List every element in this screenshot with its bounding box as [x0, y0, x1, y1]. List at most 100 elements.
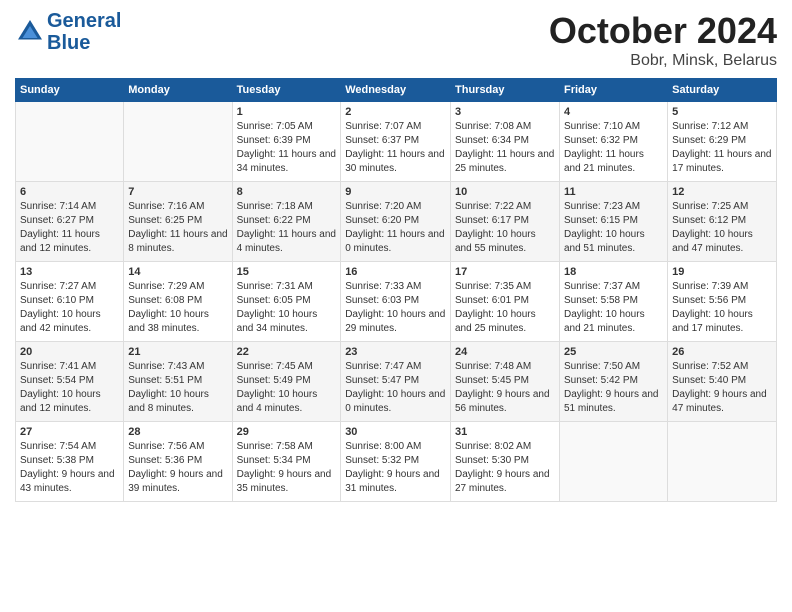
- day-number: 25: [564, 346, 663, 358]
- daylight: Daylight: 10 hours and 29 minutes.: [345, 309, 445, 334]
- day-cell: 19 Sunrise: 7:39 AM Sunset: 5:56 PM Dayl…: [668, 262, 777, 342]
- sunrise: Sunrise: 7:50 AM: [564, 361, 640, 372]
- sunset: Sunset: 5:32 PM: [345, 455, 419, 466]
- sunrise: Sunrise: 7:16 AM: [128, 201, 204, 212]
- day-number: 11: [564, 186, 663, 198]
- daylight: Daylight: 10 hours and 47 minutes.: [672, 229, 753, 254]
- sunset: Sunset: 6:08 PM: [128, 295, 202, 306]
- sunset: Sunset: 6:01 PM: [455, 295, 529, 306]
- day-number: 6: [20, 186, 119, 198]
- sunset: Sunset: 5:36 PM: [128, 455, 202, 466]
- day-info: Sunrise: 7:27 AM Sunset: 6:10 PM Dayligh…: [20, 280, 119, 336]
- sunset: Sunset: 6:25 PM: [128, 215, 202, 226]
- day-number: 19: [672, 266, 772, 278]
- daylight: Daylight: 10 hours and 25 minutes.: [455, 309, 536, 334]
- day-cell: 1 Sunrise: 7:05 AM Sunset: 6:39 PM Dayli…: [232, 102, 341, 182]
- month-title: October 2024: [549, 10, 777, 52]
- day-number: 1: [237, 106, 337, 118]
- sunset: Sunset: 5:51 PM: [128, 375, 202, 386]
- day-info: Sunrise: 7:12 AM Sunset: 6:29 PM Dayligh…: [672, 120, 772, 176]
- week-row: 13 Sunrise: 7:27 AM Sunset: 6:10 PM Dayl…: [16, 262, 777, 342]
- sunrise: Sunrise: 7:45 AM: [237, 361, 313, 372]
- day-number: 5: [672, 106, 772, 118]
- sunrise: Sunrise: 7:25 AM: [672, 201, 748, 212]
- day-info: Sunrise: 7:16 AM Sunset: 6:25 PM Dayligh…: [128, 200, 227, 256]
- day-cell: 24 Sunrise: 7:48 AM Sunset: 5:45 PM Dayl…: [451, 342, 560, 422]
- logo-text2: Blue: [47, 32, 121, 54]
- day-cell: 8 Sunrise: 7:18 AM Sunset: 6:22 PM Dayli…: [232, 182, 341, 262]
- day-number: 7: [128, 186, 227, 198]
- daylight: Daylight: 10 hours and 51 minutes.: [564, 229, 645, 254]
- day-number: 16: [345, 266, 446, 278]
- sunset: Sunset: 5:56 PM: [672, 295, 746, 306]
- daylight: Daylight: 11 hours and 4 minutes.: [237, 229, 336, 254]
- day-number: 12: [672, 186, 772, 198]
- day-number: 27: [20, 426, 119, 438]
- day-number: 2: [345, 106, 446, 118]
- sunset: Sunset: 5:58 PM: [564, 295, 638, 306]
- day-cell: 23 Sunrise: 7:47 AM Sunset: 5:47 PM Dayl…: [341, 342, 451, 422]
- day-number: 29: [237, 426, 337, 438]
- day-info: Sunrise: 7:10 AM Sunset: 6:32 PM Dayligh…: [564, 120, 663, 176]
- day-info: Sunrise: 7:20 AM Sunset: 6:20 PM Dayligh…: [345, 200, 446, 256]
- daylight: Daylight: 10 hours and 55 minutes.: [455, 229, 536, 254]
- sunrise: Sunrise: 7:47 AM: [345, 361, 421, 372]
- sunset: Sunset: 6:20 PM: [345, 215, 419, 226]
- day-info: Sunrise: 7:33 AM Sunset: 6:03 PM Dayligh…: [345, 280, 446, 336]
- day-cell: 17 Sunrise: 7:35 AM Sunset: 6:01 PM Dayl…: [451, 262, 560, 342]
- day-info: Sunrise: 7:05 AM Sunset: 6:39 PM Dayligh…: [237, 120, 337, 176]
- sunset: Sunset: 5:45 PM: [455, 375, 529, 386]
- day-info: Sunrise: 7:54 AM Sunset: 5:38 PM Dayligh…: [20, 440, 119, 496]
- weekday-header: Saturday: [668, 79, 777, 102]
- sunrise: Sunrise: 7:31 AM: [237, 281, 313, 292]
- sunset: Sunset: 6:37 PM: [345, 135, 419, 146]
- sunrise: Sunrise: 7:10 AM: [564, 121, 640, 132]
- sunset: Sunset: 6:32 PM: [564, 135, 638, 146]
- day-number: 28: [128, 426, 227, 438]
- daylight: Daylight: 10 hours and 42 minutes.: [20, 309, 101, 334]
- sunrise: Sunrise: 7:20 AM: [345, 201, 421, 212]
- day-cell: 4 Sunrise: 7:10 AM Sunset: 6:32 PM Dayli…: [559, 102, 667, 182]
- day-cell: 3 Sunrise: 7:08 AM Sunset: 6:34 PM Dayli…: [451, 102, 560, 182]
- day-info: Sunrise: 7:08 AM Sunset: 6:34 PM Dayligh…: [455, 120, 555, 176]
- daylight: Daylight: 11 hours and 0 minutes.: [345, 229, 444, 254]
- sunrise: Sunrise: 7:22 AM: [455, 201, 531, 212]
- daylight: Daylight: 11 hours and 8 minutes.: [128, 229, 227, 254]
- daylight: Daylight: 10 hours and 4 minutes.: [237, 389, 318, 414]
- sunset: Sunset: 6:15 PM: [564, 215, 638, 226]
- daylight: Daylight: 11 hours and 30 minutes.: [345, 149, 444, 174]
- daylight: Daylight: 11 hours and 12 minutes.: [20, 229, 100, 254]
- title-block: October 2024 Bobr, Minsk, Belarus: [549, 10, 777, 70]
- weekday-header: Tuesday: [232, 79, 341, 102]
- sunset: Sunset: 5:38 PM: [20, 455, 94, 466]
- day-info: Sunrise: 7:25 AM Sunset: 6:12 PM Dayligh…: [672, 200, 772, 256]
- day-info: Sunrise: 8:02 AM Sunset: 5:30 PM Dayligh…: [455, 440, 555, 496]
- day-info: Sunrise: 7:22 AM Sunset: 6:17 PM Dayligh…: [455, 200, 555, 256]
- weekday-header: Wednesday: [341, 79, 451, 102]
- day-info: Sunrise: 7:43 AM Sunset: 5:51 PM Dayligh…: [128, 360, 227, 416]
- sunset: Sunset: 6:12 PM: [672, 215, 746, 226]
- weekday-header: Friday: [559, 79, 667, 102]
- daylight: Daylight: 9 hours and 31 minutes.: [345, 469, 440, 494]
- day-cell: 15 Sunrise: 7:31 AM Sunset: 6:05 PM Dayl…: [232, 262, 341, 342]
- sunset: Sunset: 5:47 PM: [345, 375, 419, 386]
- sunrise: Sunrise: 7:41 AM: [20, 361, 96, 372]
- day-cell: 10 Sunrise: 7:22 AM Sunset: 6:17 PM Dayl…: [451, 182, 560, 262]
- day-info: Sunrise: 7:48 AM Sunset: 5:45 PM Dayligh…: [455, 360, 555, 416]
- day-cell: 5 Sunrise: 7:12 AM Sunset: 6:29 PM Dayli…: [668, 102, 777, 182]
- day-info: Sunrise: 7:07 AM Sunset: 6:37 PM Dayligh…: [345, 120, 446, 176]
- daylight: Daylight: 10 hours and 17 minutes.: [672, 309, 753, 334]
- day-number: 23: [345, 346, 446, 358]
- day-number: 17: [455, 266, 555, 278]
- sunrise: Sunrise: 8:02 AM: [455, 441, 531, 452]
- day-info: Sunrise: 7:52 AM Sunset: 5:40 PM Dayligh…: [672, 360, 772, 416]
- sunset: Sunset: 6:17 PM: [455, 215, 529, 226]
- weekday-header: Sunday: [16, 79, 124, 102]
- sunset: Sunset: 5:49 PM: [237, 375, 311, 386]
- weekday-header: Monday: [124, 79, 232, 102]
- sunrise: Sunrise: 7:18 AM: [237, 201, 313, 212]
- sunset: Sunset: 6:10 PM: [20, 295, 94, 306]
- sunset: Sunset: 6:22 PM: [237, 215, 311, 226]
- day-number: 20: [20, 346, 119, 358]
- day-cell: 9 Sunrise: 7:20 AM Sunset: 6:20 PM Dayli…: [341, 182, 451, 262]
